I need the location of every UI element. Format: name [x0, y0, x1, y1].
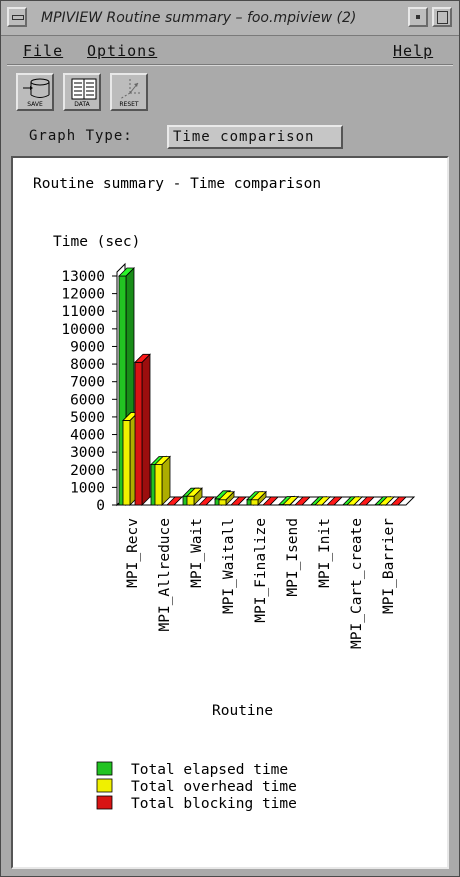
bar-side	[141, 353, 151, 506]
y-tick-label: 7000	[70, 375, 105, 391]
bar-front	[134, 361, 143, 506]
reset-button[interactable]: RESET	[110, 73, 148, 111]
menu-file-label: File	[23, 42, 64, 60]
y-ticks-group: 0 10002000 30004000 5000 60007000 8000 9000100…	[61, 269, 117, 514]
legend-item: Total blocking time	[96, 795, 297, 812]
y-tick-label: 3000	[70, 445, 105, 461]
legend: Total elapsed timeTotal overhead timeTot…	[96, 761, 297, 812]
save-label: SAVE	[27, 101, 43, 108]
bar	[134, 353, 151, 506]
y-tick-label: 13000	[61, 269, 105, 285]
axes-reset-icon	[119, 79, 142, 100]
menu-file[interactable]: File	[23, 42, 63, 60]
x-tick-label: MPI_Recv	[125, 518, 141, 588]
legend-label: Total blocking time	[131, 796, 297, 812]
routine-summary-chart: Routine summary - Time comparison Time (…	[33, 176, 416, 812]
legend-swatch	[96, 795, 113, 810]
x-tick-label: MPI_Finalize	[253, 518, 269, 623]
y-tick-label: 4000	[70, 428, 105, 444]
y-tick-label: 11000	[61, 304, 105, 320]
legend-item: Total elapsed time	[96, 761, 288, 778]
y-tick-label: 12000	[61, 287, 105, 303]
bar-front	[154, 464, 163, 506]
graph-type-select[interactable]: Time comparison	[167, 125, 343, 149]
x-tick-label: MPI_Isend	[285, 518, 301, 597]
x-tick-label: MPI_Allreduce	[157, 518, 173, 632]
chart-panel: Routine summary - Time comparison Time (…	[11, 156, 449, 869]
app-window: MPIVIEW Routine summary – foo.mpiview (2…	[0, 0, 460, 877]
y-axis-label: Time (sec)	[53, 234, 140, 250]
data-table-icon	[71, 78, 97, 100]
x-tick-label: MPI_Waitall	[221, 518, 237, 614]
x-tick-label: MPI_Cart_create	[349, 518, 365, 649]
legend-label: Total overhead time	[131, 779, 297, 795]
disk-save-icon	[23, 78, 50, 98]
data-button[interactable]: DATA	[63, 73, 101, 111]
graph-type-label: Graph Type:	[29, 128, 133, 144]
graph-type-value: Time comparison	[173, 129, 315, 145]
bar-group-MPI_Allreduce	[150, 455, 183, 506]
save-button[interactable]: SAVE	[16, 73, 54, 111]
legend-label: Total elapsed time	[131, 762, 288, 778]
y-tick-label: 6000	[70, 392, 105, 408]
bar-group-MPI_Recv	[118, 267, 151, 506]
legend-item: Total overhead time	[96, 778, 297, 795]
bar-front	[122, 420, 131, 506]
menu-help[interactable]: Help	[393, 42, 433, 60]
x-ticks-group: MPI_Recv MPI_Allreduce MPI_Wait MPI_Waitall…	[125, 518, 397, 649]
bar-front	[250, 499, 259, 506]
legend-swatch	[96, 778, 113, 793]
x-axis-label: Routine	[212, 703, 273, 719]
y-tick-label: 5000	[70, 410, 105, 426]
legend-swatch	[96, 761, 113, 776]
maximize-button[interactable]	[432, 7, 452, 27]
y-tick-label: 10000	[61, 322, 105, 338]
window-title: MPIVIEW Routine summary – foo.mpiview (2…	[41, 10, 357, 26]
title-bar[interactable]: MPIVIEW Routine summary – foo.mpiview (2…	[1, 1, 459, 36]
y-tick-label: 9000	[70, 339, 105, 355]
chart-title: Routine summary - Time comparison	[33, 176, 321, 192]
data-label: DATA	[74, 101, 90, 108]
bar-front	[186, 495, 195, 506]
menu-options[interactable]: Options	[87, 42, 157, 60]
y-tick-label: 0	[96, 498, 105, 514]
x-tick-label: MPI_Init	[317, 518, 333, 588]
reset-label: RESET	[119, 101, 139, 108]
bar-front	[218, 499, 227, 506]
x-tick-label: MPI_Barrier	[381, 518, 397, 614]
menu-options-label: Options	[87, 42, 158, 60]
window-menu-button[interactable]	[7, 7, 27, 27]
y-tick-label: 2000	[70, 463, 105, 479]
x-tick-label: MPI_Wait	[189, 518, 205, 588]
bar	[154, 455, 171, 506]
menu-help-label: Help	[393, 42, 434, 60]
bars-group	[118, 267, 407, 506]
menu-separator	[7, 64, 453, 66]
menu-bar: File Options Help	[1, 37, 459, 65]
y-tick-label: 8000	[70, 357, 105, 373]
y-tick-label: 1000	[70, 480, 105, 496]
minimize-button[interactable]	[408, 7, 428, 27]
